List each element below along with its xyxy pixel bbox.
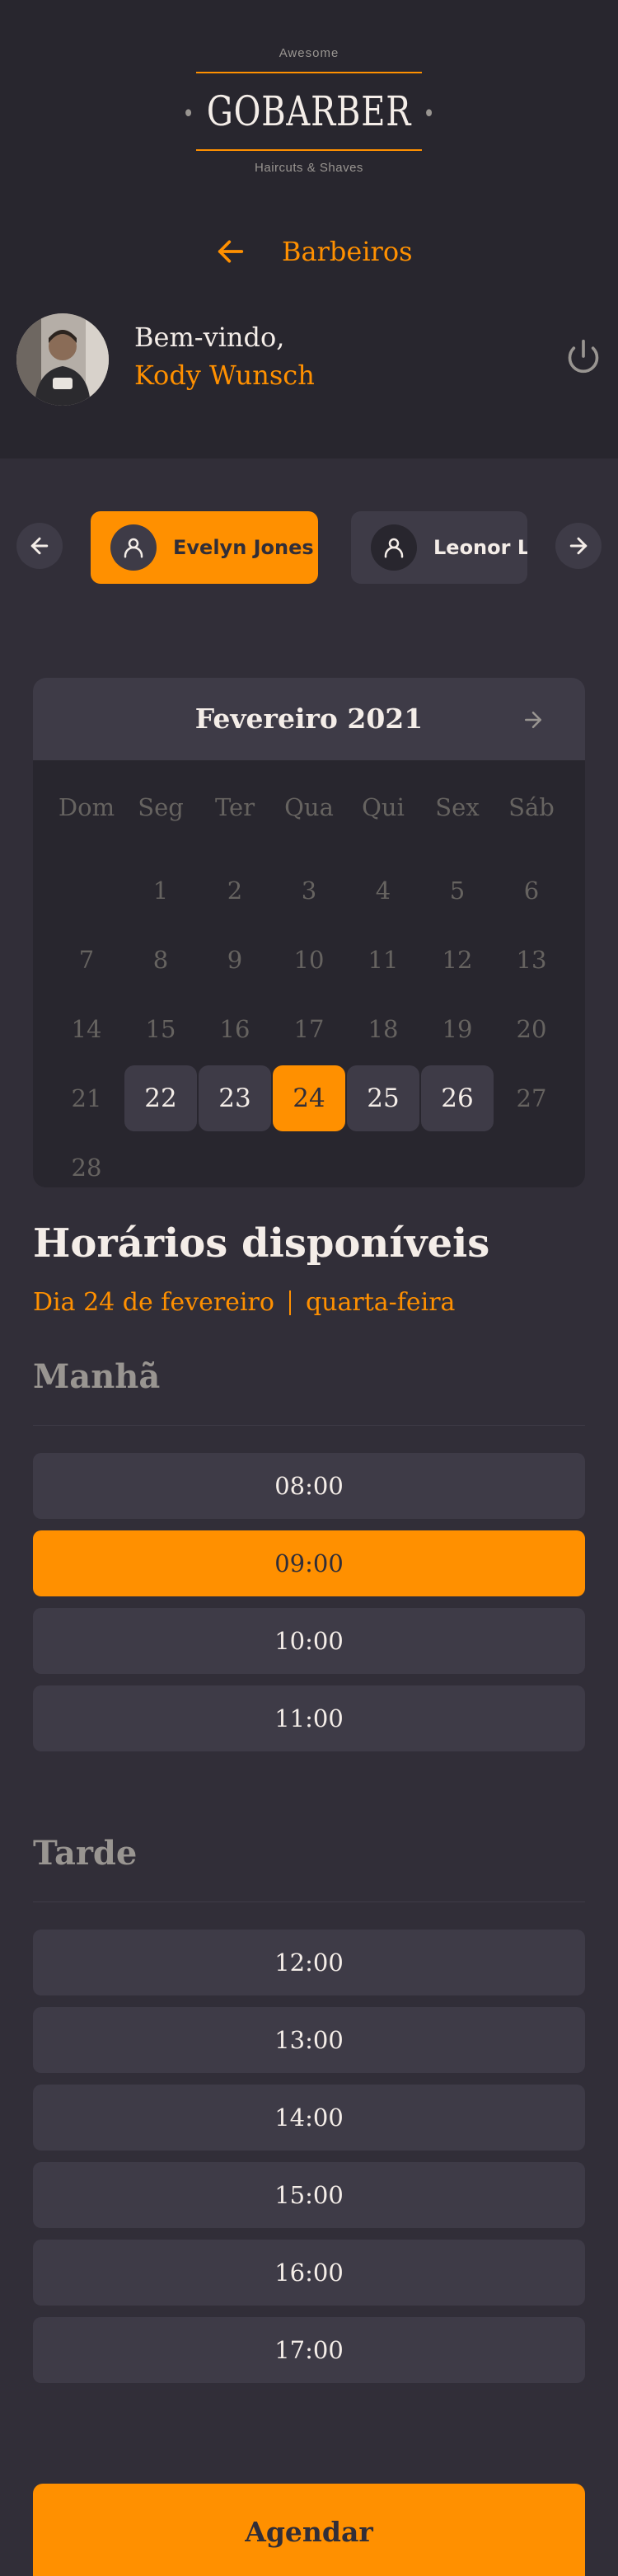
calendar-day: 16: [219, 1015, 250, 1043]
calendar-day: 20: [516, 1015, 547, 1043]
weekday-label: Ter: [214, 793, 255, 821]
calendar-day[interactable]: 25: [347, 1065, 419, 1131]
calendar-day: 17: [293, 1015, 325, 1043]
afternoon-title: Tarde: [33, 1834, 138, 1873]
providers-prev-button[interactable]: [16, 523, 63, 569]
calendar-day: 10: [293, 946, 325, 974]
calendar-day: 18: [368, 1015, 399, 1043]
calendar-day: 11: [368, 946, 399, 974]
schedule-button[interactable]: Agendar: [33, 2484, 585, 2576]
calendar-day: 13: [516, 946, 547, 974]
calendar-day: 4: [375, 877, 391, 905]
calendar-month-label: Fevereiro 2021: [194, 703, 424, 735]
arrow-right-icon: [569, 537, 588, 555]
calendar-day: 12: [442, 946, 473, 974]
calendar-day: 21: [71, 1084, 102, 1112]
welcome-text: Bem-vindo,: [134, 322, 285, 353]
time-slot[interactable]: 14:00: [33, 2085, 585, 2151]
weekday-label: Dom: [58, 793, 115, 821]
provider-name: Evelyn Jones: [173, 536, 314, 559]
divider: [33, 1425, 585, 1426]
logo-divider: [196, 149, 422, 151]
calendar: Fevereiro 2021 Dom Seg Ter Qua Qui Sex Sáb 123…: [33, 678, 585, 1187]
user-profile: Bem-vindo, Kody Wunsch: [16, 313, 602, 409]
user-icon: [384, 538, 404, 558]
provider-avatar: [110, 524, 157, 571]
time-slot[interactable]: 15:00: [33, 2162, 585, 2228]
power-icon[interactable]: [565, 338, 602, 374]
time-slot[interactable]: 08:00: [33, 1453, 585, 1519]
weekday-row: Dom Seg Ter Qua Qui Sex Sáb: [49, 793, 569, 826]
providers-carousel: Evelyn Jones Leonor Lo: [0, 511, 618, 585]
provider-avatar: [371, 524, 417, 571]
selected-date: Dia 24 de fevereiro quarta-feira: [33, 1288, 455, 1317]
arrow-right-icon[interactable]: [521, 707, 545, 732]
calendar-day: 28: [71, 1154, 102, 1182]
time-slot-selected[interactable]: 09:00: [33, 1530, 585, 1596]
time-slot[interactable]: 12:00: [33, 1930, 585, 1995]
time-slot[interactable]: 10:00: [33, 1608, 585, 1674]
calendar-day: 3: [301, 877, 317, 905]
app-header: Awesome • GOBARBER • Haircuts & Shaves Bar…: [0, 0, 618, 458]
calendar-day-selected[interactable]: 24: [273, 1065, 345, 1131]
calendar-day[interactable]: 26: [421, 1065, 494, 1131]
weekday-label: Qua: [284, 793, 334, 821]
weekday-label: Qui: [362, 793, 405, 821]
selected-date-label: Dia 24 de fevereiro: [33, 1288, 274, 1317]
calendar-day[interactable]: 23: [199, 1065, 271, 1131]
time-slot[interactable]: 16:00: [33, 2240, 585, 2306]
weekday-label: Sáb: [508, 793, 555, 821]
morning-title: Manhã: [33, 1357, 161, 1396]
arrow-left-icon: [30, 537, 49, 555]
section-title: Horários disponíveis: [33, 1220, 490, 1267]
avatar-photo: [16, 313, 109, 406]
provider-name: Leonor Lo: [433, 536, 527, 559]
calendar-day: 19: [442, 1015, 473, 1043]
calendar-day: 27: [516, 1084, 547, 1112]
weekday-label: Seg: [138, 793, 184, 821]
providers-next-button[interactable]: [555, 523, 602, 569]
calendar-day: 5: [449, 877, 466, 905]
calendar-day: 8: [152, 946, 169, 974]
logo-main-text: GOBARBER: [206, 87, 412, 135]
provider-card-selected[interactable]: Evelyn Jones: [91, 511, 318, 584]
time-slot[interactable]: 13:00: [33, 2007, 585, 2073]
time-slot[interactable]: 11:00: [33, 1685, 585, 1751]
arrow-left-icon: [218, 240, 244, 263]
calendar-day: 14: [71, 1015, 102, 1043]
calendar-day: 7: [78, 946, 95, 974]
calendar-day: 2: [227, 877, 243, 905]
user-icon: [124, 538, 143, 558]
avatar[interactable]: [16, 313, 109, 406]
back-button[interactable]: Barbeiros: [214, 231, 413, 272]
calendar-day: 1: [152, 877, 169, 905]
date-separator: [288, 1290, 291, 1315]
logo-wordmark: • GOBARBER •: [182, 87, 436, 135]
weekday-label: Sex: [435, 793, 480, 821]
selected-weekday-label: quarta-feira: [305, 1288, 456, 1317]
user-name[interactable]: Kody Wunsch: [134, 360, 315, 391]
calendar-day: 6: [523, 877, 540, 905]
calendar-day: 9: [227, 946, 243, 974]
calendar-day: 15: [145, 1015, 176, 1043]
provider-card[interactable]: Leonor Lo: [351, 511, 527, 584]
logo-bottom-text: Haircuts & Shaves: [255, 161, 363, 175]
calendar-day[interactable]: 22: [124, 1065, 197, 1131]
calendar-header: Fevereiro 2021: [33, 678, 585, 760]
time-slot[interactable]: 17:00: [33, 2317, 585, 2383]
divider: [33, 1901, 585, 1902]
logo-top-text: Awesome: [279, 46, 339, 60]
gobarber-logo: Awesome • GOBARBER • Haircuts & Shaves: [0, 46, 618, 175]
page-title: Barbeiros: [282, 236, 413, 267]
